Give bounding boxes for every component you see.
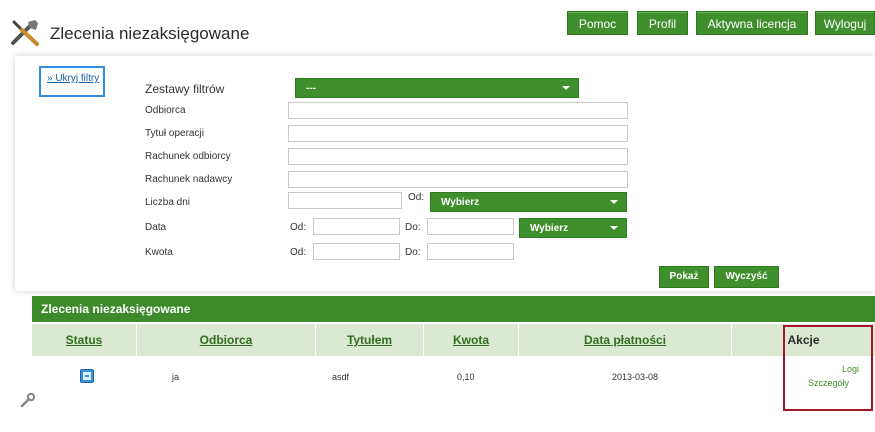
amount-from-label: Od: bbox=[290, 247, 307, 258]
active-license-button[interactable]: Aktywna licencja bbox=[696, 11, 808, 35]
date-to-input[interactable] bbox=[427, 218, 514, 235]
operation-title-input[interactable] bbox=[288, 125, 628, 142]
row-recipient: ja bbox=[172, 372, 180, 382]
days-from-label: Od: bbox=[408, 192, 425, 203]
status-icon bbox=[80, 369, 94, 383]
page-title: Zlecenia niezaksięgowane bbox=[50, 24, 250, 43]
chevron-down-icon bbox=[562, 86, 570, 90]
column-recipient[interactable]: Odbiorca bbox=[137, 324, 315, 356]
operation-title-label: Tytuł operacji bbox=[145, 128, 204, 139]
amount-from-input[interactable] bbox=[313, 243, 400, 260]
date-from-label: Od: bbox=[290, 222, 307, 233]
chevron-down-icon bbox=[610, 200, 618, 204]
days-select[interactable]: Wybierz bbox=[430, 192, 627, 212]
amount-to-input[interactable] bbox=[427, 243, 514, 260]
column-status[interactable]: Status bbox=[32, 324, 136, 356]
table-column-headers: Status Odbiorca Tytułem Kwota Data płatn… bbox=[32, 324, 875, 356]
clear-button[interactable]: Wyczyść bbox=[714, 266, 779, 288]
recipient-label: Odbiorca bbox=[145, 105, 186, 116]
row-amount: 0,10 bbox=[457, 372, 475, 382]
hide-filters-toggle[interactable]: » Ukryj filtry bbox=[39, 66, 105, 97]
column-payment-date[interactable]: Data płatności bbox=[519, 324, 731, 356]
hide-filters-link[interactable]: » Ukryj filtry bbox=[47, 73, 99, 84]
filter-sets-value: --- bbox=[306, 83, 316, 94]
date-select-value: Wybierz bbox=[530, 223, 569, 234]
recipient-account-input[interactable] bbox=[288, 148, 628, 165]
sender-account-input[interactable] bbox=[288, 171, 628, 188]
column-title[interactable]: Tytułem bbox=[316, 324, 423, 356]
amount-label: Kwota bbox=[145, 247, 173, 258]
filter-sets-label: Zestawy filtrów bbox=[145, 82, 225, 96]
date-from-input[interactable] bbox=[313, 218, 400, 235]
amount-to-label: Do: bbox=[405, 247, 421, 258]
table-row: ja asdf 0,10 2013-03-08 Logi Szczegóły bbox=[20, 358, 875, 410]
days-count-label: Liczba dni bbox=[145, 197, 191, 208]
help-button[interactable]: Pomoc bbox=[567, 11, 628, 35]
recipient-account-label: Rachunek odbiorcy bbox=[145, 151, 231, 162]
date-to-label: Do: bbox=[405, 222, 421, 233]
show-button[interactable]: Pokaż bbox=[659, 266, 709, 288]
wrench-icon[interactable] bbox=[20, 392, 36, 408]
tools-icon bbox=[11, 20, 39, 46]
chevron-down-icon bbox=[610, 226, 618, 230]
table-title: Zlecenia niezaksięgowane bbox=[32, 296, 875, 322]
logout-button[interactable]: Wyloguj bbox=[815, 11, 875, 35]
date-select[interactable]: Wybierz bbox=[519, 218, 627, 238]
filter-sets-select[interactable]: --- bbox=[295, 78, 579, 98]
date-label: Data bbox=[145, 222, 167, 233]
profile-button[interactable]: Profil bbox=[637, 11, 688, 35]
column-amount[interactable]: Kwota bbox=[424, 324, 518, 356]
actions-highlight bbox=[783, 325, 873, 411]
recipient-input[interactable] bbox=[288, 102, 628, 119]
row-payment-date: 2013-03-08 bbox=[612, 372, 659, 382]
days-select-value: Wybierz bbox=[441, 197, 480, 208]
sender-account-label: Rachunek nadawcy bbox=[145, 174, 233, 185]
days-count-input[interactable] bbox=[288, 192, 402, 209]
row-title: asdf bbox=[332, 372, 350, 382]
